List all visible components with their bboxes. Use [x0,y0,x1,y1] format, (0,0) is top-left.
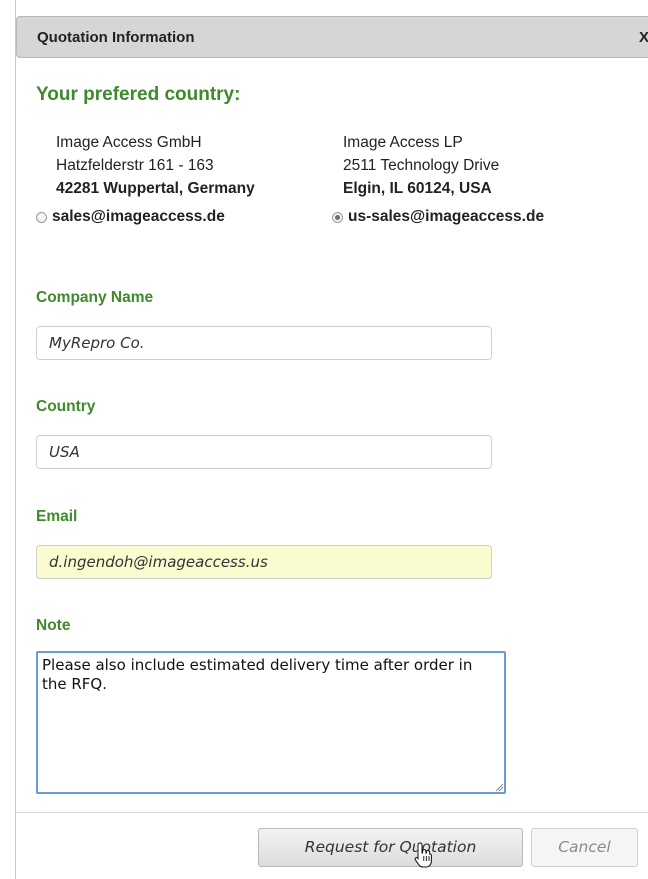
company-name-input[interactable] [36,326,492,360]
dialog-title: Quotation Information [37,29,195,46]
office-street: 2511 Technology Drive [343,157,500,174]
quotation-dialog: Quotation Information X Your prefered co… [15,0,648,879]
radio-usa[interactable] [332,211,343,223]
office-option-germany[interactable]: sales@imageaccess.de [36,208,225,226]
close-button[interactable]: X [635,29,648,46]
office-email: us-sales@imageaccess.de [348,208,545,225]
office-address-germany: Image Access GmbH Hatzfelderstr 161 - 16… [56,131,255,200]
country-input[interactable] [36,435,492,469]
country-heading: Your prefered country: [36,84,241,105]
office-option-usa[interactable]: us-sales@imageaccess.de [332,208,544,226]
dialog-titlebar: Quotation Information X [16,16,648,58]
note-label: Note [36,617,71,634]
email-input[interactable] [36,545,492,579]
office-city: 42281 Wuppertal, Germany [56,180,255,197]
office-address-usa: Image Access LP 2511 Technology Drive El… [343,131,499,200]
cancel-button[interactable]: Cancel [531,828,638,867]
request-quotation-button[interactable]: Request for Quotation [258,828,523,867]
office-city: Elgin, IL 60124, USA [343,180,492,197]
note-textarea[interactable]: Please also include estimated delivery t… [36,651,506,794]
office-street: Hatzfelderstr 161 - 163 [56,157,214,174]
radio-germany[interactable] [36,211,47,223]
company-name-label: Company Name [36,289,154,306]
email-label: Email [36,508,78,525]
office-company: Image Access LP [343,134,463,151]
office-company: Image Access GmbH [56,134,202,151]
country-label: Country [36,398,96,415]
office-email: sales@imageaccess.de [52,208,225,225]
footer-divider [16,812,648,813]
